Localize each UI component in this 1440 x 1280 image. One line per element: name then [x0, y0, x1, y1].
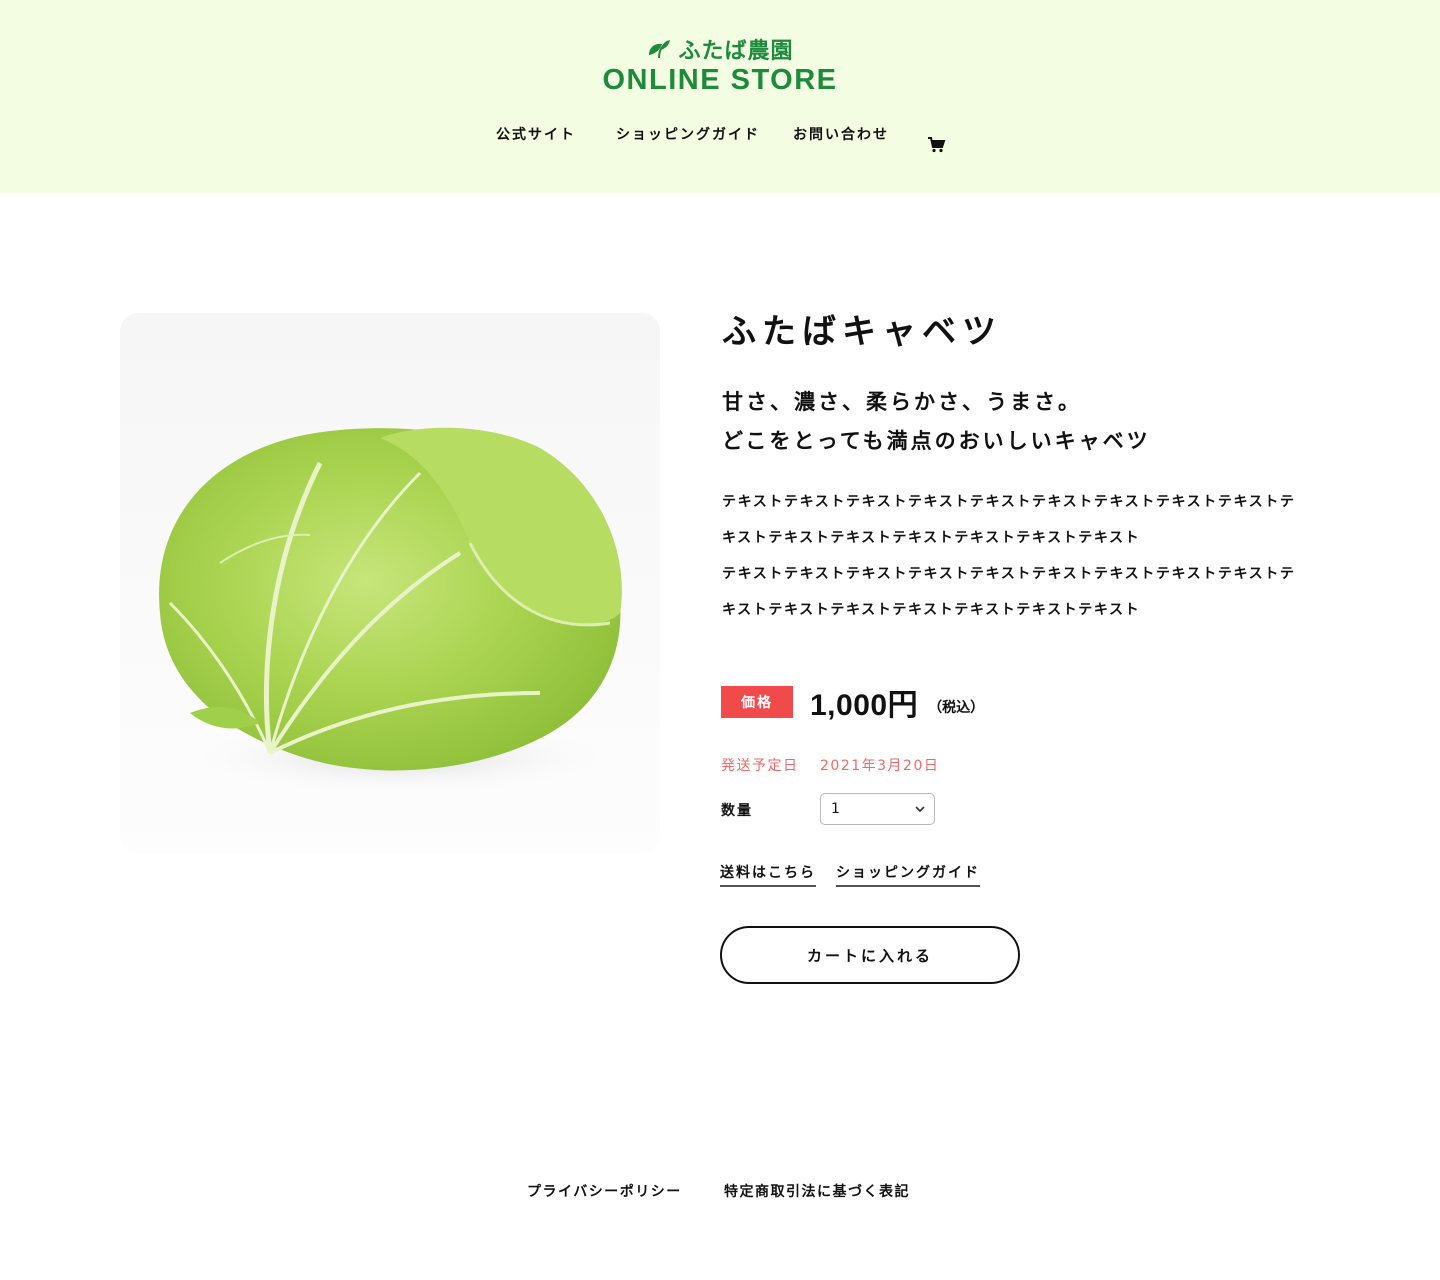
shipping-label: 発送予定日 — [721, 758, 799, 774]
product-catchcopy: 甘さ、濃さ、柔らかさ、うまさ。 どこをとっても満点のおいしいキャベツ — [722, 383, 1151, 461]
info-links: 送料はこちら ショッピングガイド — [720, 862, 980, 887]
description-line: キストテキストテキストテキストテキストテキストテキスト — [722, 530, 1141, 546]
description-line: テキストテキストテキストテキストテキストテキストテキストテキストテキストテ — [722, 494, 1296, 510]
logo-bottom-text: ONLINE STORE — [602, 64, 838, 96]
product-description: テキストテキストテキストテキストテキストテキストテキストテキストテキストテ キス… — [722, 484, 1312, 628]
privacy-policy-link[interactable]: プライバシーポリシー — [527, 1181, 682, 1201]
description-line: キストテキストテキストテキストテキストテキストテキスト — [722, 602, 1141, 618]
shipping-fee-link[interactable]: 送料はこちら — [720, 862, 816, 887]
price-badge: 価格 — [721, 686, 793, 718]
quantity-select[interactable]: 1 — [820, 793, 935, 825]
cabbage-image — [159, 427, 630, 798]
legal-notice-link[interactable]: 特定商取引法に基づく表記 — [724, 1181, 910, 1201]
quantity-value: 1 — [831, 801, 840, 817]
sprout-icon — [649, 40, 671, 59]
product-title: ふたばキャベツ — [722, 312, 1002, 352]
price-row: 価格 1,000円 （税込） — [721, 685, 985, 722]
price-value: 1,000円 — [810, 689, 919, 722]
nav-item-contact[interactable]: お問い合わせ — [793, 124, 889, 144]
quantity-label: 数量 — [721, 803, 753, 819]
logo-top: ふたば農園 — [646, 34, 793, 64]
shopping-guide-link[interactable]: ショッピングガイド — [836, 862, 980, 887]
site-header: ふたば農園 ONLINE STORE 公式サイト ショッピングガイド お問い合わ… — [0, 0, 1440, 193]
description-line: テキストテキストテキストテキストテキストテキストテキストテキストテキストテ — [722, 566, 1296, 582]
cart-icon[interactable] — [928, 137, 946, 153]
nav-item-shopping-guide[interactable]: ショッピングガイド — [616, 124, 760, 144]
product-image — [120, 313, 660, 853]
catchcopy-line-2: どこをとっても満点のおいしいキャベツ — [722, 429, 1151, 453]
nav-item-official-site[interactable]: 公式サイト — [496, 124, 576, 144]
store-logo[interactable]: ふたば農園 ONLINE STORE — [0, 34, 1440, 98]
catchcopy-line-1: 甘さ、濃さ、柔らかさ、うまさ。 — [722, 390, 1082, 414]
shipping-row: 発送予定日 2021年3月20日 — [721, 755, 938, 775]
chevron-down-icon — [915, 806, 925, 813]
quantity-row: 数量 1 — [721, 793, 1021, 825]
tax-note: （税込） — [928, 700, 985, 716]
logo-top-text: ふたば農園 — [678, 39, 794, 64]
add-to-cart-button[interactable]: カートに入れる — [720, 926, 1020, 984]
shipping-date: 2021年3月20日 — [820, 758, 940, 774]
